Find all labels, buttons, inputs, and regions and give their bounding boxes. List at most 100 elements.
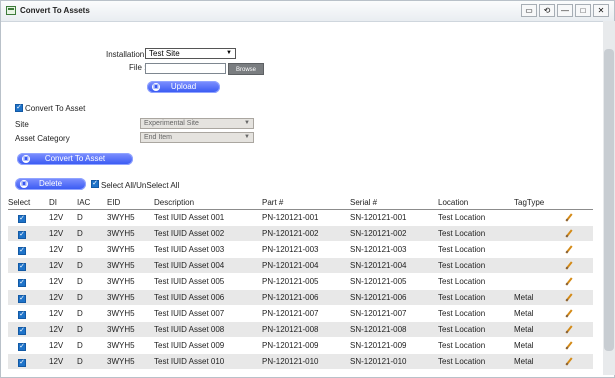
- serial-column-header: Serial #: [350, 195, 438, 210]
- edit-icon[interactable]: [565, 229, 573, 237]
- di-cell: 12V: [49, 257, 77, 274]
- row-select-checkbox[interactable]: ✓: [18, 230, 26, 239]
- row-select-checkbox[interactable]: ✓: [18, 326, 26, 335]
- row-select-checkbox[interactable]: ✓: [18, 310, 26, 319]
- row-select-checkbox[interactable]: ✓: [18, 246, 26, 255]
- location-cell: Test Location: [438, 257, 514, 274]
- serial-cell: SN-120121-009: [350, 337, 438, 354]
- di-cell: 12V: [49, 321, 77, 338]
- maximize-window-button[interactable]: □: [575, 4, 591, 17]
- tagtype-column-header: TagType: [514, 195, 565, 210]
- eid-cell: 3WYH5: [107, 321, 154, 338]
- edit-icon[interactable]: [565, 245, 573, 253]
- edit-icon[interactable]: [565, 341, 573, 349]
- row-select-checkbox[interactable]: ✓: [18, 358, 26, 367]
- part-cell: PN-120121-007: [262, 305, 350, 322]
- part-cell: PN-120121-002: [262, 225, 350, 242]
- convert-to-asset-button-label: Convert To Asset: [44, 154, 106, 163]
- installation-select[interactable]: Test Site: [145, 48, 236, 59]
- edit-icon[interactable]: [565, 325, 573, 333]
- convert-to-asset-checkbox[interactable]: ✓: [15, 104, 23, 112]
- site-select[interactable]: Experimental Site: [140, 118, 254, 129]
- di-cell: 12V: [49, 273, 77, 290]
- serial-cell: SN-120121-006: [350, 289, 438, 306]
- vertical-scrollbar[interactable]: [603, 21, 615, 375]
- file-path-input[interactable]: [145, 63, 226, 74]
- browse-button[interactable]: Browse: [228, 63, 264, 75]
- eid-cell: 3WYH5: [107, 305, 154, 322]
- iac-cell: D: [77, 225, 107, 242]
- assets-table: Select DI IAC EID Description Part # Ser…: [8, 195, 593, 369]
- iac-cell: D: [77, 321, 107, 338]
- row-select-checkbox[interactable]: ✓: [18, 214, 26, 223]
- asset-category-select[interactable]: End Item: [140, 132, 254, 143]
- row-select-checkbox[interactable]: ✓: [18, 278, 26, 287]
- table-row: ✓ 12V D 3WYH5 Test IUID Asset 002 PN-120121-0…: [8, 225, 593, 242]
- select-all-checkbox[interactable]: ✓: [91, 180, 99, 188]
- row-select-checkbox[interactable]: ✓: [18, 262, 26, 271]
- part-cell: PN-120121-008: [262, 321, 350, 338]
- di-column-header: DI: [49, 195, 77, 210]
- location-cell: Test Location: [438, 337, 514, 354]
- minimize-window-button[interactable]: —: [557, 4, 573, 17]
- description-cell: Test IUID Asset 004: [154, 257, 262, 274]
- part-cell: PN-120121-010: [262, 353, 350, 369]
- tagtype-cell: [514, 257, 565, 274]
- table-row: ✓ 12V D 3WYH5 Test IUID Asset 004 PN-120121-0…: [8, 257, 593, 274]
- file-label: File :: [129, 63, 147, 72]
- table-row: ✓ 12V D 3WYH5 Test IUID Asset 008 PN-120121-0…: [8, 321, 593, 338]
- row-select-checkbox[interactable]: ✓: [18, 342, 26, 351]
- edit-icon[interactable]: [565, 309, 573, 317]
- iac-cell: D: [77, 241, 107, 258]
- description-column-header: Description: [154, 195, 262, 210]
- installation-label: Installation :: [106, 50, 149, 59]
- convert-icon: ▣: [22, 155, 30, 163]
- asset-category-label: Asset Category: [15, 134, 70, 143]
- edit-icon[interactable]: [565, 357, 573, 365]
- convert-to-asset-button[interactable]: ▣ Convert To Asset: [17, 153, 133, 165]
- location-cell: Test Location: [438, 353, 514, 369]
- edit-column-header: [565, 195, 593, 210]
- description-cell: Test IUID Asset 003: [154, 241, 262, 258]
- description-cell: Test IUID Asset 009: [154, 337, 262, 354]
- part-column-header: Part #: [262, 195, 350, 210]
- description-cell: Test IUID Asset 002: [154, 225, 262, 242]
- description-cell: Test IUID Asset 010: [154, 353, 262, 369]
- tagtype-cell: Metal: [514, 305, 565, 322]
- part-cell: PN-120121-009: [262, 337, 350, 354]
- edit-icon[interactable]: [565, 293, 573, 301]
- eid-cell: 3WYH5: [107, 241, 154, 258]
- restore-window-button[interactable]: ▭: [521, 4, 537, 17]
- delete-button[interactable]: ▣ Delete: [15, 178, 86, 190]
- serial-cell: SN-120121-007: [350, 305, 438, 322]
- tagtype-cell: [514, 209, 565, 226]
- edit-icon[interactable]: [565, 277, 573, 285]
- description-cell: Test IUID Asset 005: [154, 273, 262, 290]
- location-cell: Test Location: [438, 225, 514, 242]
- location-cell: Test Location: [438, 241, 514, 258]
- title-bar: Convert To Assets ▭ ⟲ — □ ✕: [1, 1, 614, 22]
- iac-cell: D: [77, 337, 107, 354]
- close-window-button[interactable]: ✕: [593, 4, 609, 17]
- eid-cell: 3WYH5: [107, 289, 154, 306]
- tagtype-cell: Metal: [514, 353, 565, 369]
- edit-icon[interactable]: [565, 213, 573, 221]
- scrollbar-thumb[interactable]: [604, 49, 614, 351]
- app-window-icon: [6, 6, 16, 15]
- eid-cell: 3WYH5: [107, 337, 154, 354]
- tagtype-cell: Metal: [514, 321, 565, 338]
- part-cell: PN-120121-005: [262, 273, 350, 290]
- iac-cell: D: [77, 305, 107, 322]
- edit-icon[interactable]: [565, 261, 573, 269]
- upload-button[interactable]: ▣ Upload: [147, 81, 220, 93]
- refresh-window-button[interactable]: ⟲: [539, 4, 555, 17]
- di-cell: 12V: [49, 209, 77, 226]
- description-cell: Test IUID Asset 006: [154, 289, 262, 306]
- iac-cell: D: [77, 209, 107, 226]
- serial-cell: SN-120121-010: [350, 353, 438, 369]
- row-select-checkbox[interactable]: ✓: [18, 294, 26, 303]
- part-cell: PN-120121-001: [262, 209, 350, 226]
- location-cell: Test Location: [438, 305, 514, 322]
- delete-icon: ▣: [20, 180, 28, 188]
- location-column-header: Location: [438, 195, 514, 210]
